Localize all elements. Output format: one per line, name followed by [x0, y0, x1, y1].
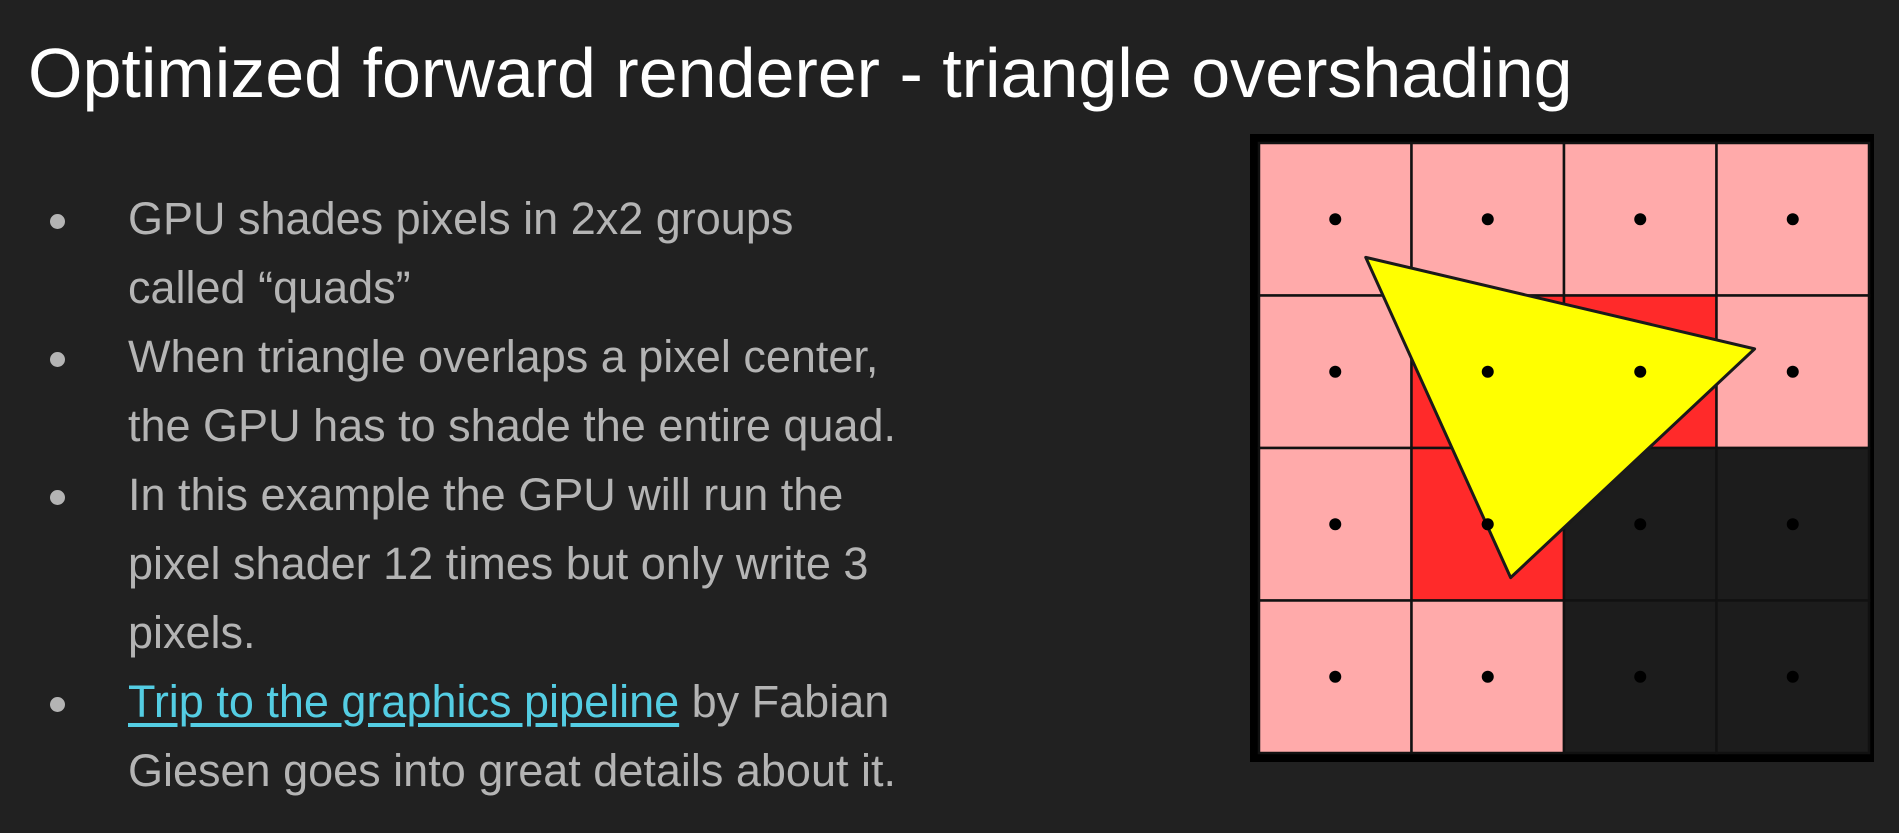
bullet-line: pixel shader 12 times but only write 3	[128, 538, 869, 589]
bullet-item-overlap: When triangle overlaps a pixel center, t…	[50, 322, 1010, 460]
pixel-center-dot	[1329, 670, 1342, 683]
bullet-text: GPU shades pixels in 2x2 groups called “…	[128, 184, 1010, 322]
bullet-line: GPU shades pixels in 2x2 groups	[128, 193, 794, 244]
pixel-center-dot	[1634, 213, 1647, 226]
quad-overshading-diagram	[1250, 134, 1874, 762]
bullet-dot-icon	[50, 214, 65, 229]
covered-pixel-center-dot	[1481, 365, 1494, 378]
bullet-dot-icon	[50, 697, 65, 712]
pixel-center-dot	[1786, 670, 1799, 683]
bullet-list: GPU shades pixels in 2x2 groups called “…	[50, 184, 1010, 805]
bullet-text: When triangle overlaps a pixel center, t…	[128, 322, 1010, 460]
slide-title: Optimized forward renderer - triangle ov…	[28, 34, 1573, 112]
pipeline-article-link[interactable]: Trip to the graphics pipeline	[128, 676, 679, 727]
bullet-line: In this example the GPU will run the	[128, 469, 844, 520]
pixel-center-dot	[1634, 518, 1647, 531]
pixel-center-dot	[1481, 670, 1494, 683]
bullet-line: pixels.	[128, 607, 256, 658]
pixel-center-dot	[1329, 365, 1342, 378]
bullet-item-reference: Trip to the graphics pipeline by Fabian …	[50, 667, 1010, 805]
bullet-dot-icon	[50, 490, 65, 505]
quad-grid-svg	[1250, 134, 1874, 762]
pixel-center-dot	[1481, 213, 1494, 226]
pixel-center-dot	[1786, 213, 1799, 226]
bullet-line: Trip to the graphics pipeline by Fabian	[128, 667, 1010, 736]
pixel-center-dot	[1329, 518, 1342, 531]
bullet-dot-icon	[50, 352, 65, 367]
covered-pixel-center-dot	[1481, 518, 1494, 531]
bullet-item-quads: GPU shades pixels in 2x2 groups called “…	[50, 184, 1010, 322]
bullet-line: the GPU has to shade the entire quad.	[128, 400, 897, 451]
pixel-center-dot	[1786, 365, 1799, 378]
bullet-item-example: In this example the GPU will run the pix…	[50, 460, 1010, 667]
pixel-center-dot	[1329, 213, 1342, 226]
bullet-line: Giesen goes into great details about it.	[128, 745, 896, 796]
link-suffix-text: by Fabian	[679, 676, 890, 727]
bullet-text: In this example the GPU will run the pix…	[128, 460, 1010, 667]
bullet-text: Trip to the graphics pipeline by Fabian …	[128, 667, 1010, 805]
covered-pixel-center-dot	[1634, 365, 1647, 378]
pixel-center-dot	[1634, 670, 1647, 683]
bullet-line: When triangle overlaps a pixel center,	[128, 331, 879, 382]
pixel-center-dot	[1786, 518, 1799, 531]
bullet-line: called “quads”	[128, 262, 411, 313]
